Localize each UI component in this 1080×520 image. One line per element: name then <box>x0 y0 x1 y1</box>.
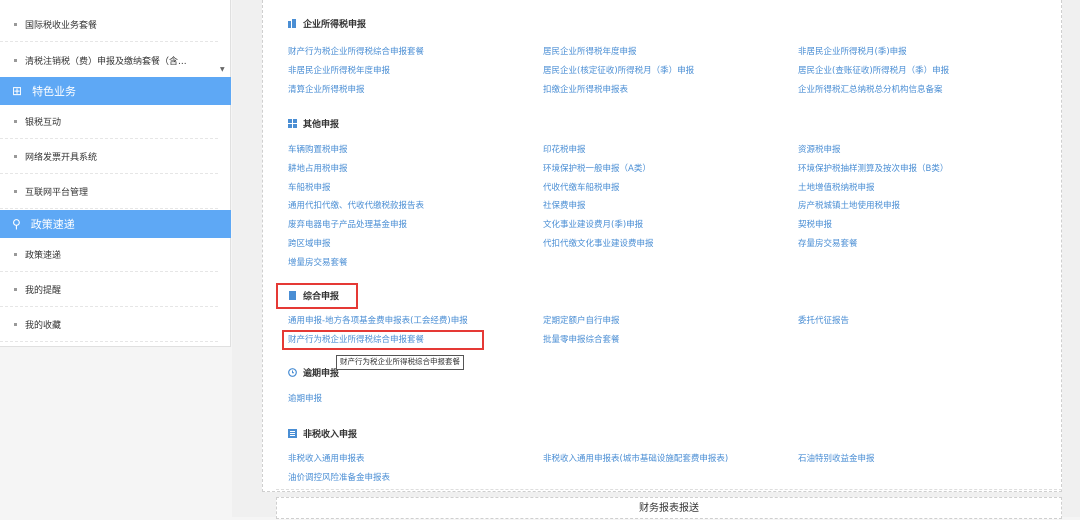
sidebar-item-favorites[interactable]: 我的收藏 <box>0 308 218 342</box>
sidebar-item-label: 互联网平台管理 <box>25 188 89 198</box>
grid-icon <box>288 119 297 128</box>
link-other[interactable]: 环境保护税抽样测算及按次申报（B类） <box>798 162 948 174</box>
link-other[interactable]: 环境保护税一般申报（A类） <box>543 162 651 174</box>
sidebar-item-label: 银税互动 <box>25 118 62 128</box>
link-property-corp-combo[interactable]: 财产行为税企业所得税综合申报套餐 <box>288 45 424 57</box>
sidebar-item-label: 网络发票开具系统 <box>25 153 98 163</box>
declaration-card: 企业所得税申报 财产行为税企业所得税综合申报套餐 居民企业所得税年度申报 非居民… <box>262 0 1062 492</box>
section-title-nontax: 非税收入申报 <box>288 427 357 440</box>
bullet-icon <box>14 253 17 256</box>
bullet-icon <box>14 190 17 193</box>
sidebar-item-label: 我的提醒 <box>25 286 62 296</box>
section-title-corp: 企业所得税申报 <box>288 17 366 30</box>
bullet-icon <box>14 23 17 26</box>
list-icon <box>288 429 297 438</box>
link-resident-approved[interactable]: 居民企业(核定征收)所得税月（季）申报 <box>543 64 694 76</box>
link-combined[interactable]: 委托代征报告 <box>798 314 849 326</box>
sidebar-item-bank-tax[interactable]: 银税互动 <box>0 105 218 139</box>
link-other[interactable]: 跨区域申报 <box>288 237 331 249</box>
link-other[interactable]: 印花税申报 <box>543 143 586 155</box>
link-other[interactable]: 车船税申报 <box>288 181 331 193</box>
link-other[interactable]: 耕地占用税申报 <box>288 162 348 174</box>
sidebar-item-label: 政策速递 <box>25 251 62 261</box>
sidebar-item-reminders[interactable]: 我的提醒 <box>0 273 218 307</box>
section-title-label: 非税收入申报 <box>303 430 358 440</box>
bullet-icon <box>14 120 17 123</box>
section-title-label: 企业所得税申报 <box>303 20 367 30</box>
link-other[interactable]: 契税申报 <box>798 218 832 230</box>
link-other[interactable]: 社保费申报 <box>543 199 586 211</box>
link-other[interactable]: 增量房交易套餐 <box>288 256 348 268</box>
tooltip: 财产行为税企业所得税综合申报套餐 <box>336 355 464 370</box>
link-combined[interactable]: 定期定额户自行申报 <box>543 314 620 326</box>
sidebar-item-platform[interactable]: 互联网平台管理 <box>0 175 218 209</box>
link-resident-annual[interactable]: 居民企业所得税年度申报 <box>543 45 637 57</box>
highlight-box-section <box>276 283 358 309</box>
link-other[interactable]: 车辆购置税申报 <box>288 143 348 155</box>
bullet-icon <box>14 59 17 62</box>
link-other[interactable]: 土地增值税纳税申报 <box>798 181 875 193</box>
link-other[interactable]: 代收代缴车船税申报 <box>543 181 620 193</box>
sidebar-panel: 国际税收业务套餐 清税注销税（费）申报及缴纳套餐（含... ▼ ⊞ 特色业务 银… <box>0 0 231 347</box>
sidebar-item-deregistration[interactable]: 清税注销税（费）申报及缴纳套餐（含... <box>0 44 218 78</box>
sidebar-header-policy[interactable]: ⚲ 政策速递 <box>0 210 231 238</box>
link-other[interactable]: 房产税城镇土地使用税申报 <box>798 199 900 211</box>
link-other[interactable]: 存量房交易套餐 <box>798 237 858 249</box>
grid-icon: ⊞ <box>12 84 23 98</box>
sidebar-item-label: 我的收藏 <box>25 321 62 331</box>
clock-icon <box>288 368 297 377</box>
link-other[interactable]: 资源税申报 <box>798 143 841 155</box>
link-overdue[interactable]: 逾期申报 <box>288 392 322 404</box>
sidebar-header-label: 政策速递 <box>30 218 75 231</box>
bullet-icon <box>14 323 17 326</box>
sidebar-item-e-invoice[interactable]: 网络发票开具系统 <box>0 140 218 174</box>
divider <box>276 489 1062 490</box>
link-combined[interactable]: 通用申报-地方各项基金费申报表(工会经费)申报 <box>288 314 468 326</box>
link-resident-audited[interactable]: 居民企业(查账征收)所得税月（季）申报 <box>798 64 949 76</box>
bullet-icon <box>14 155 17 158</box>
bullet-icon <box>14 288 17 291</box>
link-nonresident-monthly[interactable]: 非居民企业所得税月(季)申报 <box>798 45 907 57</box>
link-nonresident-annual[interactable]: 非居民企业所得税年度申报 <box>288 64 390 76</box>
link-nontax[interactable]: 石油特别收益金申报 <box>798 452 875 464</box>
link-other[interactable]: 文化事业建设费月(季)申报 <box>543 218 643 230</box>
link-other[interactable]: 废弃电器电子产品处理基金申报 <box>288 218 407 230</box>
link-batch-zero[interactable]: 批量零申报综合套餐 <box>543 333 620 345</box>
sidebar-item-intl-tax[interactable]: 国际税收业务套餐 <box>0 8 218 42</box>
building-icon <box>288 19 297 28</box>
sidebar-header-special[interactable]: ⊞ 特色业务 <box>0 77 231 105</box>
link-withholding[interactable]: 扣缴企业所得税申报表 <box>543 83 628 95</box>
link-nontax[interactable]: 油价调控风险准备金申报表 <box>288 471 390 483</box>
sidebar-item-label: 国际税收业务套餐 <box>25 21 98 31</box>
link-liquidation[interactable]: 清算企业所得税申报 <box>288 83 365 95</box>
sidebar-item-policy[interactable]: 政策速递 <box>0 238 218 272</box>
link-nontax[interactable]: 非税收入通用申报表(城市基础设施配套费申报表) <box>543 452 728 464</box>
section-title-other: 其他申报 <box>288 117 339 130</box>
scroll-down-icon[interactable]: ▼ <box>220 66 225 73</box>
link-nontax[interactable]: 非税收入通用申报表 <box>288 452 365 464</box>
link-other[interactable]: 通用代扣代缴、代收代缴税款报告表 <box>288 199 424 211</box>
section-title-overdue: 逾期申报 <box>288 366 339 379</box>
section-title-label: 逾期申报 <box>303 369 340 379</box>
link-consolidated-filing[interactable]: 企业所得税汇总纳税总分机构信息备案 <box>798 83 943 95</box>
sidebar-item-label: 清税注销税（费）申报及缴纳套餐（含... <box>25 57 187 67</box>
link-other[interactable]: 代扣代缴文化事业建设费申报 <box>543 237 654 249</box>
section-title-label: 其他申报 <box>303 120 340 130</box>
person-icon: ⚲ <box>12 217 21 231</box>
sidebar-header-label: 特色业务 <box>32 85 77 98</box>
financial-report-header[interactable]: 财务报表报送 <box>276 497 1062 519</box>
highlight-box-link <box>282 330 484 350</box>
sidebar: 国际税收业务套餐 清税注销税（费）申报及缴纳套餐（含... ▼ ⊞ 特色业务 银… <box>0 0 231 517</box>
